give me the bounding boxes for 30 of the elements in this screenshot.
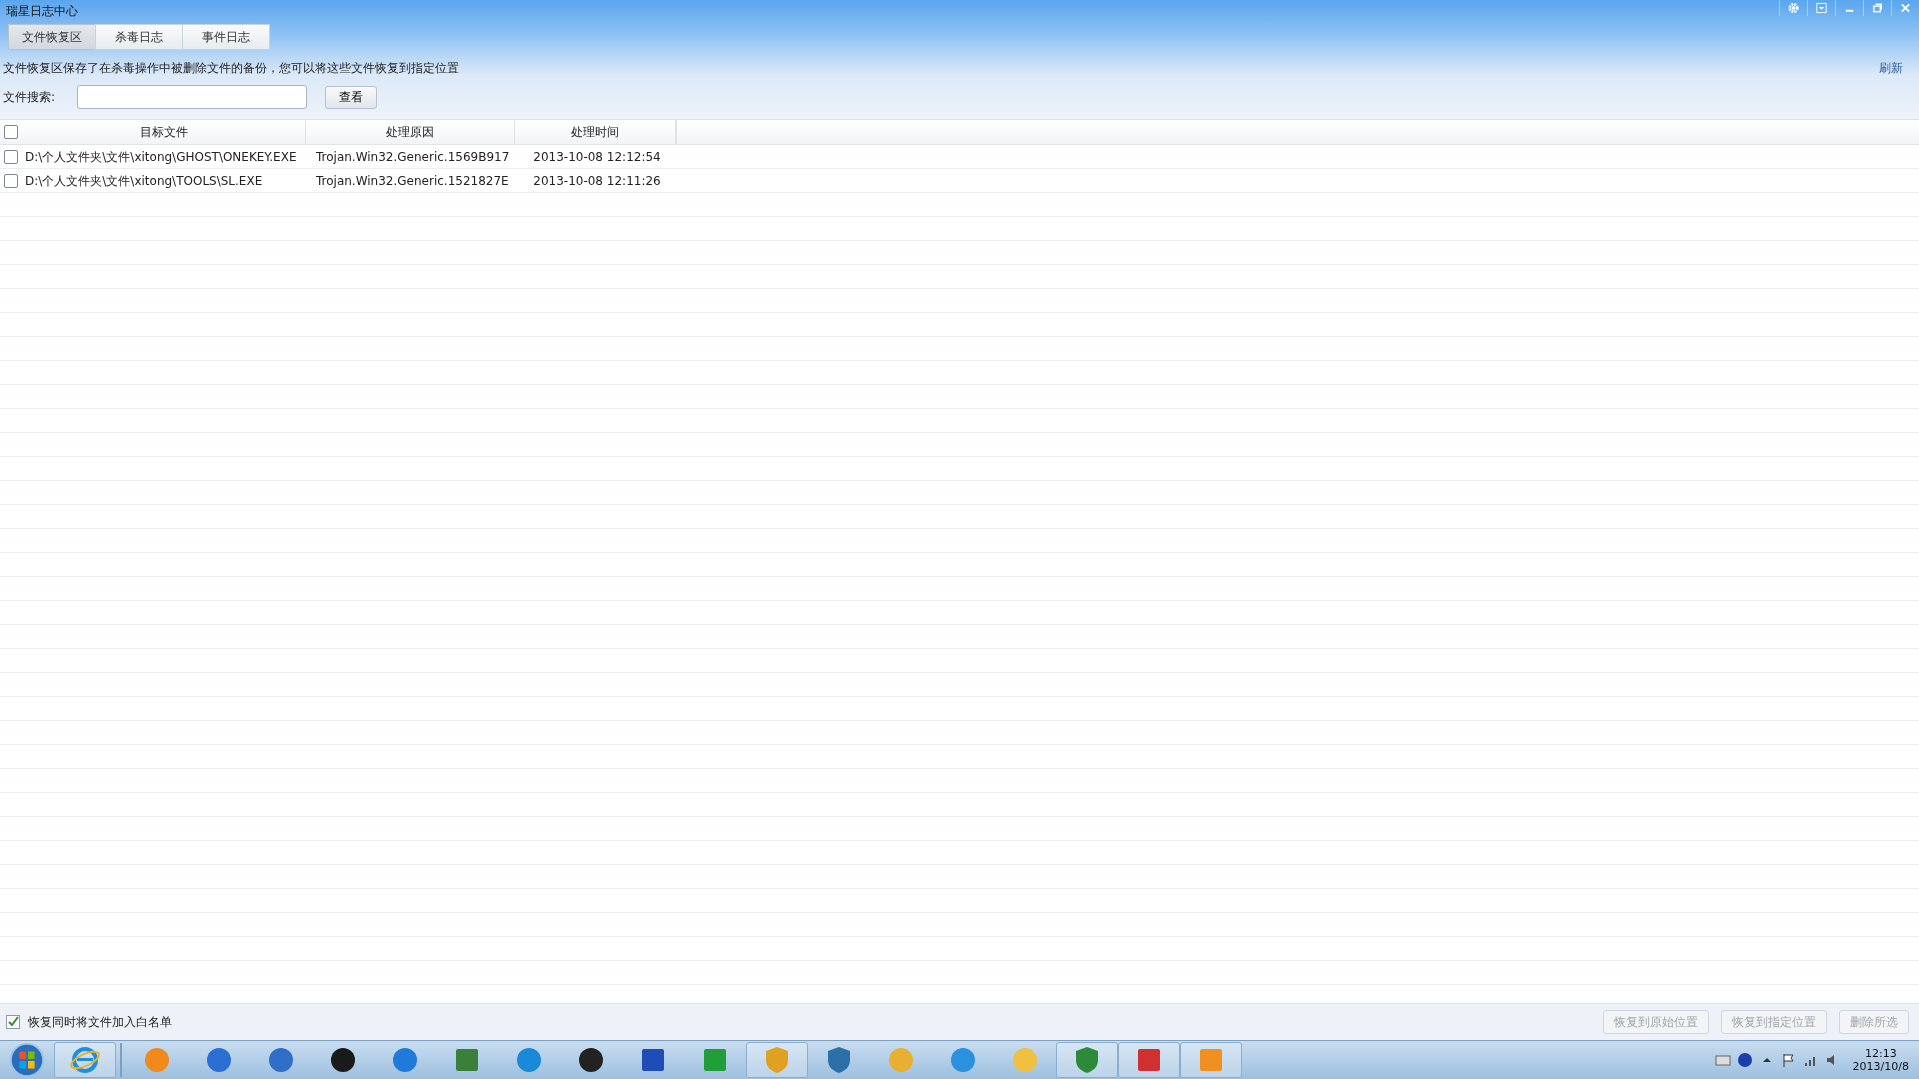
search-label: 文件搜索: xyxy=(3,88,57,106)
column-header[interactable]: 处理原因 xyxy=(306,120,515,144)
select-all-checkbox[interactable] xyxy=(4,125,18,139)
whitelist-label: 恢复同时将文件加入白名单 xyxy=(28,1013,172,1031)
search-field[interactable] xyxy=(77,85,307,109)
table-cell-text: 2013-10-08 12:12:54 xyxy=(532,150,662,164)
view-button[interactable]: 查看 xyxy=(325,85,377,109)
flag-icon[interactable] xyxy=(1780,1052,1797,1068)
table-cell-text: 2013-10-08 12:11:26 xyxy=(532,174,662,188)
window-title: 瑞星日志中心 xyxy=(5,3,79,20)
table-cell-text: Trojan.Win32.Generic.1569B917 xyxy=(315,150,511,164)
help-icon[interactable] xyxy=(1736,1052,1753,1068)
table-cell-text: D:\个人文件夹\文件\xitong\GHOST\ONEKEY.EXE xyxy=(24,148,298,166)
table-cell-text: Trojan.Win32.Generic.1521827E xyxy=(315,174,510,188)
description-text: 文件恢复区保存了在杀毒操作中被删除文件的备份，您可以将这些文件恢复到指定位置 xyxy=(3,60,459,77)
tab[interactable]: 事件日志 xyxy=(182,24,270,50)
column-header[interactable]: 目标文件 xyxy=(22,120,306,144)
table-cell-text: D:\个人文件夹\文件\xitong\TOOLS\SL.EXE xyxy=(24,172,264,190)
refresh-link[interactable]: 刷新 xyxy=(1879,60,1903,77)
tab[interactable]: 文件恢复区 xyxy=(8,24,96,50)
browser-icon[interactable] xyxy=(69,1044,101,1076)
row-checkbox[interactable] xyxy=(4,150,18,164)
whitelist-checkbox[interactable] xyxy=(6,1015,20,1029)
row-checkbox[interactable] xyxy=(4,174,18,188)
keyboard-icon[interactable] xyxy=(1714,1052,1731,1068)
clock-date[interactable]: 2013/10/8 xyxy=(1852,1060,1909,1073)
start-button[interactable] xyxy=(7,1041,47,1079)
tab[interactable]: 杀毒日志 xyxy=(95,24,183,50)
clock-time[interactable]: 12:13 xyxy=(1864,1047,1897,1060)
column-header[interactable]: 处理时间 xyxy=(515,120,676,144)
